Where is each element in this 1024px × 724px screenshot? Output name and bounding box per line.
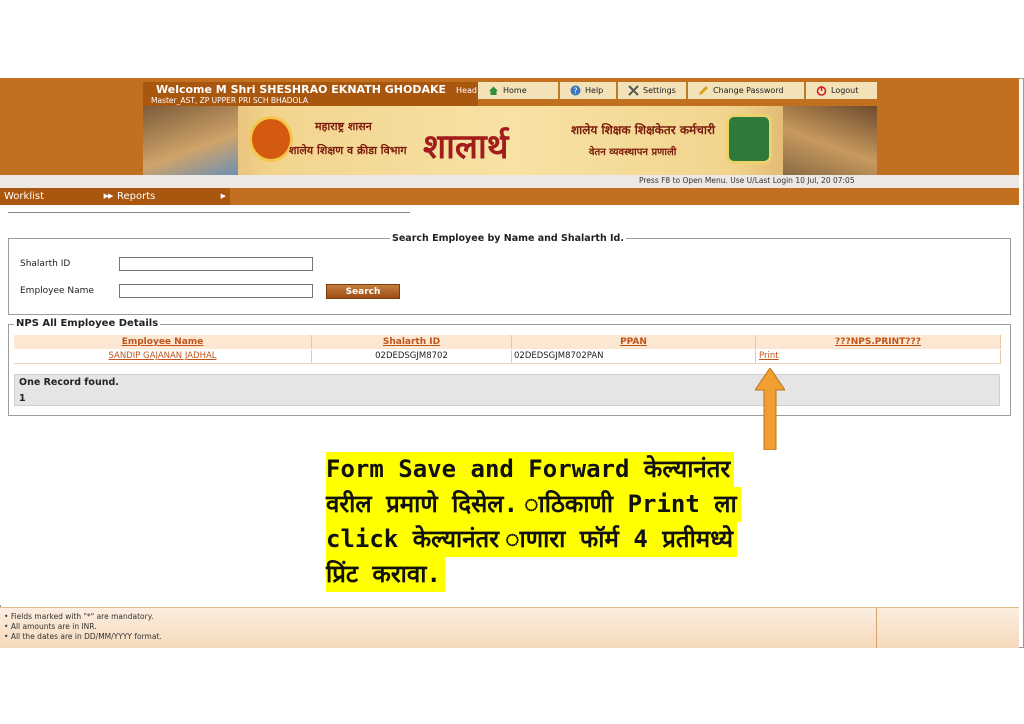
top-menu: Home ? Help Settings Change Password Log… — [478, 82, 877, 99]
status-line: Press F8 to Open Menu. Use U/Last Login … — [0, 175, 1019, 188]
table-header: Employee Name Shalarth ID PPAN ???NPS.PR… — [14, 335, 1001, 349]
cell-shalarth-id: 02DEDSGJM8702 — [312, 350, 512, 363]
chevron-right-icon: ▶ — [220, 192, 226, 200]
records-found-text: One Record found. — [19, 377, 119, 388]
shalarth-id-label: Shalarth ID — [20, 259, 71, 269]
pencil-icon — [699, 86, 708, 95]
menu-help[interactable]: ? Help — [560, 82, 618, 99]
banner-line4: वेतन व्यवस्थापन प्रणाली — [589, 147, 677, 158]
maharashtra-emblem-icon — [249, 116, 293, 162]
power-icon — [816, 86, 827, 96]
page-number-link[interactable]: 1 — [19, 393, 26, 404]
footer-note-date-format: • All the dates are in DD/MM/YYYY format… — [4, 632, 162, 641]
annotation-arrow-up-icon — [755, 368, 785, 450]
svg-text:?: ? — [573, 87, 577, 96]
shalarth-logo: शालार्थ — [423, 127, 509, 167]
welcome-panel: Welcome M Shri SHESHRAO EKNATH GHODAKE He… — [143, 82, 478, 106]
search-legend: Search Employee by Name and Shalarth Id. — [390, 233, 626, 244]
column-nps-print[interactable]: ???NPS.PRINT??? — [756, 335, 1001, 349]
menu-home[interactable]: Home — [478, 82, 560, 99]
banner-line2: शालेय शिक्षण व क्रीडा विभाग — [289, 144, 407, 157]
status-text: Press F8 to Open Menu. Use U/Last Login … — [639, 176, 855, 185]
employee-name-input[interactable] — [119, 284, 313, 298]
nav-worklist-label: Worklist — [4, 191, 45, 202]
annotation-line-2: वरील प्रमाणे दिसेल. ाठिकाणी Print ला — [326, 487, 741, 522]
footer-note-mandatory: • Fields marked with "*" are mandatory. — [4, 612, 154, 621]
welcome-text: Welcome M Shri SHESHRAO EKNATH GHODAKE He… — [156, 83, 477, 96]
nav-reports[interactable]: Reports ▶ — [113, 188, 230, 205]
nav-worklist[interactable]: Worklist ▶ — [0, 188, 113, 205]
column-shalarth-id[interactable]: Shalarth ID — [312, 335, 512, 349]
department-seal-icon — [726, 114, 772, 164]
tab-underline — [8, 212, 410, 213]
menu-settings[interactable]: Settings — [618, 82, 688, 99]
search-button[interactable]: Search — [326, 284, 400, 299]
nav-reports-label: Reports — [117, 191, 156, 202]
annotation-line-4: प्रिंट करावा. — [326, 557, 445, 592]
search-fieldset — [8, 238, 1011, 315]
user-subtitle: Master_AST, ZP UPPER PRI SCH BHADOLA — [151, 96, 308, 105]
shalarth-banner: महाराष्ट्र शासन शालेय शिक्षण व क्रीडा वि… — [143, 106, 877, 175]
footer-divider — [876, 608, 877, 648]
shalarth-id-input[interactable] — [119, 257, 313, 271]
chevron-right-icon: ▶ — [108, 192, 114, 200]
menu-home-label: Home — [503, 86, 527, 95]
help-icon: ? — [570, 85, 581, 96]
cell-ppan: 02DEDSGJM8702PAN — [512, 350, 756, 363]
nav-bar: Worklist ▶ Reports ▶ ▶ — [0, 188, 1019, 205]
menu-help-label: Help — [585, 86, 604, 95]
employee-name-label: Employee Name — [20, 286, 94, 296]
settings-icon — [628, 85, 639, 96]
user-role: Head — [456, 86, 477, 95]
menu-logout-label: Logout — [831, 86, 859, 95]
cell-employee-name[interactable]: SANDIP GAJANAN JADHAL — [14, 350, 312, 363]
column-ppan[interactable]: PPAN — [512, 335, 756, 349]
menu-logout[interactable]: Logout — [806, 82, 877, 99]
record-count-panel: One Record found. 1 — [14, 374, 1000, 406]
nps-legend: NPS All Employee Details — [14, 318, 161, 329]
banner-photo-right — [783, 106, 877, 175]
footer-notes: • Fields marked with "*" are mandatory. … — [0, 607, 1019, 648]
annotation-line-1: Form Save and Forward केल्यानंतर — [326, 452, 735, 487]
menu-settings-label: Settings — [643, 86, 676, 95]
banner-photo-left — [143, 106, 238, 175]
banner-line3: शालेय शिक्षक शिक्षकेतर कर्मचारी — [571, 123, 715, 137]
footer-note-currency: • All amounts are in INR. — [4, 622, 97, 631]
home-icon — [489, 86, 498, 95]
column-employee-name[interactable]: Employee Name — [14, 335, 312, 349]
table-row: SANDIP GAJANAN JADHAL 02DEDSGJM8702 02DE… — [14, 350, 1001, 364]
annotation-note: Form Save and Forward केल्यानंतर वरील प्… — [326, 452, 990, 592]
print-link[interactable]: Print — [756, 350, 1001, 363]
menu-change-password-label: Change Password — [713, 86, 784, 95]
banner-line1: महाराष्ट्र शासन — [315, 120, 372, 133]
menu-change-password[interactable]: Change Password — [688, 82, 806, 99]
annotation-line-3: click केल्यानंतर ाणारा फॉर्म 4 प्रतीमध्य… — [326, 522, 738, 557]
